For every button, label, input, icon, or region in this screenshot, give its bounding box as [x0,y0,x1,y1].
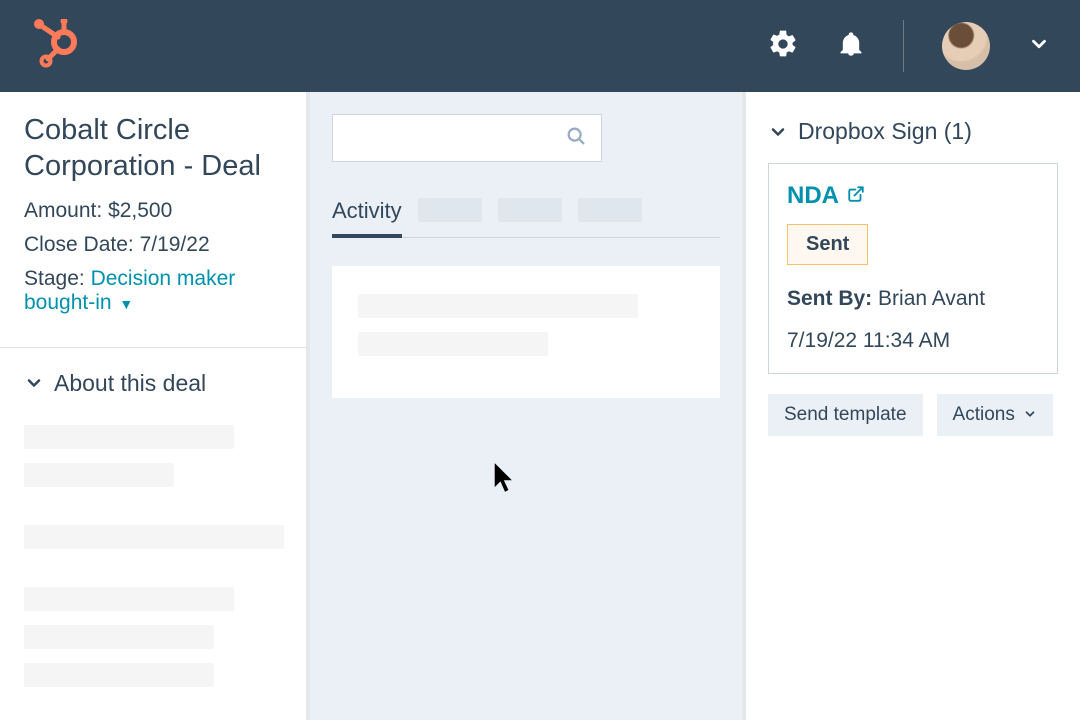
activity-card [332,266,720,398]
nav-divider [903,20,904,72]
middle-panel: Activity [310,92,746,720]
top-nav [0,0,1080,92]
external-link-icon [847,182,865,210]
sent-by: Sent By: Brian Avant [787,287,1039,311]
actions-dropdown[interactable]: Actions [937,394,1053,436]
hubspot-logo[interactable] [30,19,80,74]
activity-search[interactable] [332,114,602,162]
account-menu-caret[interactable] [1028,33,1050,60]
right-panel: Dropbox Sign (1) NDA Sent Sent By: Brian… [746,92,1080,720]
settings-icon[interactable] [767,28,799,65]
caret-down-icon [1023,407,1037,424]
deal-amount: Amount: $2,500 [24,199,282,223]
status-badge: Sent [787,224,868,265]
chevron-down-icon [768,122,788,142]
dropbox-sign-toggle[interactable]: Dropbox Sign (1) [768,118,1058,145]
tab-placeholder [578,198,642,222]
chevron-down-icon [24,373,44,393]
caret-down-icon: ▼ [119,296,133,312]
notifications-icon[interactable] [837,30,865,63]
mouse-cursor-icon [492,462,518,499]
deal-title: Cobalt Circle Corporation - Deal [24,112,282,185]
send-template-button[interactable]: Send template [768,394,923,436]
user-avatar[interactable] [942,22,990,70]
left-panel: Cobalt Circle Corporation - Deal Amount:… [0,92,310,720]
deal-close-date: Close Date: 7/19/22 [24,233,282,257]
about-placeholders [24,425,282,687]
tab-activity[interactable]: Activity [332,192,402,238]
activity-tabs: Activity [332,192,720,238]
search-icon [565,125,587,152]
tab-placeholder [498,198,562,222]
deal-stage: Stage: Decision maker bought-in ▼ [24,267,282,315]
signature-card: NDA Sent Sent By: Brian Avant 7/19/22 11… [768,163,1058,374]
about-deal-toggle[interactable]: About this deal [24,370,282,397]
search-input[interactable] [347,129,565,147]
document-link[interactable]: NDA [787,182,865,210]
sent-timestamp: 7/19/22 11:34 AM [787,329,1039,353]
tab-placeholder [418,198,482,222]
